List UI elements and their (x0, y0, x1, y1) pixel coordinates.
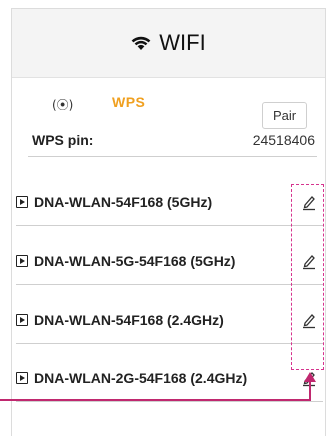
network-name: DNA-WLAN-5G-54F168 (5GHz) (34, 253, 236, 269)
wps-row: (⦿) WPS Pair (12, 78, 325, 129)
network-label-group: DNA-WLAN-2G-54F168 (2.4GHz) (16, 370, 247, 386)
panel-header: WIFI (12, 9, 325, 78)
play-box-icon (16, 255, 28, 267)
wps-pin-label: WPS pin: (32, 132, 94, 148)
network-label-group: DNA-WLAN-54F168 (2.4GHz) (16, 312, 224, 328)
play-box-icon (16, 372, 28, 384)
network-name: DNA-WLAN-54F168 (5GHz) (34, 194, 213, 210)
network-row[interactable]: DNA-WLAN-5G-54F168 (5GHz) (16, 238, 323, 285)
network-row[interactable]: DNA-WLAN-54F168 (2.4GHz) (16, 297, 323, 344)
annotation-arrow-head (304, 372, 316, 382)
network-label-group: DNA-WLAN-5G-54F168 (5GHz) (16, 253, 235, 269)
play-box-icon (16, 196, 28, 208)
network-row[interactable]: DNA-WLAN-54F168 (5GHz) (16, 179, 323, 226)
wps-pin-row: WPS pin: 24518406 (28, 124, 317, 157)
wps-label: WPS (112, 94, 146, 110)
wifi-icon (131, 35, 151, 51)
edit-icons-highlight (291, 184, 324, 370)
header-title-text: WIFI (159, 30, 206, 55)
network-label-group: DNA-WLAN-54F168 (5GHz) (16, 194, 212, 210)
annotation-arrow-line (0, 399, 311, 401)
network-row[interactable]: DNA-WLAN-2G-54F168 (2.4GHz) (16, 355, 323, 402)
wps-pin-value: 24518406 (252, 132, 315, 148)
network-name: DNA-WLAN-54F168 (2.4GHz) (34, 312, 224, 328)
annotation-arrow-stem (309, 382, 311, 401)
wps-signal-icon: (⦿) (52, 98, 74, 112)
play-box-icon (16, 314, 28, 326)
header-title: WIFI (131, 30, 206, 56)
network-name: DNA-WLAN-2G-54F168 (2.4GHz) (34, 370, 248, 386)
